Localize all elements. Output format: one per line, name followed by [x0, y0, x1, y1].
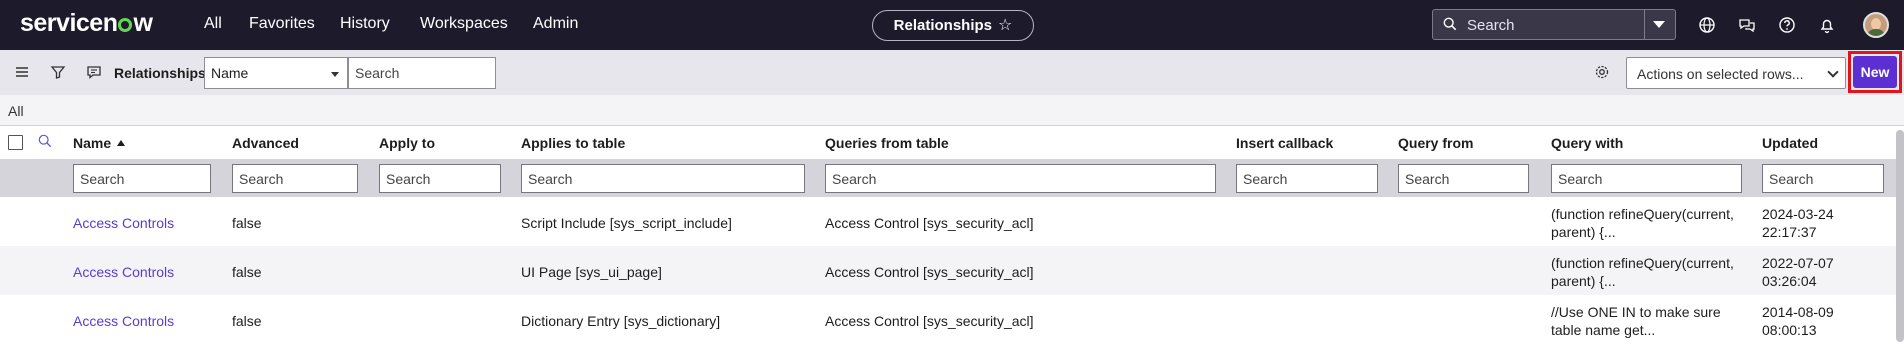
table-row: Access Controls false Dictionary Entry […	[0, 295, 1904, 344]
cell-updated-date: 2014-08-09	[1762, 304, 1834, 320]
cell-query-with-line2: table name get...	[1551, 322, 1656, 338]
cell-name-link[interactable]: Access Controls	[73, 263, 174, 281]
hamburger-menu-icon[interactable]	[14, 64, 30, 80]
logo-text-b: w	[133, 9, 153, 37]
cell-name-link[interactable]: Access Controls	[73, 214, 174, 232]
cell-query-with-line2: parent) {...	[1551, 273, 1616, 289]
list-toolbar: Relationships Name Actions on selected r…	[0, 50, 1904, 95]
gear-icon[interactable]	[1594, 64, 1610, 80]
cell-updated-date: 2022-07-07	[1762, 255, 1834, 271]
nav-all[interactable]: All	[204, 15, 222, 33]
globe-icon[interactable]	[1698, 16, 1716, 34]
sort-ascending-icon	[117, 140, 126, 146]
context-pill-relationships[interactable]: Relationships ☆	[872, 10, 1034, 41]
column-header-query-from[interactable]: Query from	[1398, 135, 1473, 151]
column-header-applies-to-table[interactable]: Applies to table	[521, 135, 625, 151]
actions-on-selected-rows-select[interactable]: Actions on selected rows...	[1626, 57, 1846, 89]
cell-updated-date: 2024-03-24	[1762, 206, 1834, 222]
context-pill-label: Relationships	[893, 17, 992, 34]
comment-icon[interactable]	[86, 64, 102, 80]
column-header-advanced[interactable]: Advanced	[232, 135, 299, 151]
filter-input-apply-to[interactable]	[379, 164, 501, 193]
bell-icon[interactable]	[1818, 16, 1836, 34]
filter-input-query-from[interactable]	[1398, 164, 1529, 193]
help-icon[interactable]	[1778, 16, 1796, 34]
nav-favorites[interactable]: Favorites	[249, 15, 315, 33]
table-row: Access Controls false UI Page [sys_ui_pa…	[0, 246, 1904, 295]
chevron-down-icon	[331, 72, 339, 77]
cell-query-with-line1: //Use ONE IN to make sure	[1551, 304, 1721, 320]
chat-icon[interactable]	[1738, 16, 1756, 34]
search-field-select-value: Name	[211, 65, 249, 81]
cell-queries-from-table: Access Control [sys_security_acl]	[825, 313, 1034, 329]
top-navigation-bar: servicen w All Favorites History Workspac…	[0, 0, 1904, 50]
favorite-star-icon[interactable]: ☆	[998, 17, 1012, 34]
filter-input-insert-callback[interactable]	[1236, 164, 1378, 193]
search-divider	[1644, 10, 1645, 39]
column-filter-row	[0, 159, 1904, 197]
new-button-highlight: New	[1848, 51, 1902, 93]
cell-query-with-line1: (function refineQuery(current,	[1551, 255, 1734, 271]
column-header-insert-callback[interactable]: Insert callback	[1236, 135, 1333, 151]
search-icon	[1443, 17, 1457, 31]
global-search-placeholder: Search	[1467, 17, 1515, 34]
cell-applies-to-table: Script Include [sys_script_include]	[521, 215, 732, 231]
cell-advanced: false	[232, 264, 262, 280]
logo-o-mark	[118, 18, 133, 32]
list-search-input[interactable]	[348, 57, 496, 89]
column-header-updated[interactable]: Updated	[1762, 135, 1818, 151]
nav-admin[interactable]: Admin	[533, 15, 578, 33]
column-search-toggle-icon[interactable]	[38, 134, 52, 148]
table-header-row: Name Advanced Apply to Applies to table …	[0, 125, 1904, 159]
select-all-checkbox[interactable]	[8, 135, 23, 150]
chevron-down-icon	[1827, 66, 1839, 78]
filter-input-applies-to-table[interactable]	[521, 164, 805, 193]
nav-history[interactable]: History	[340, 15, 390, 33]
column-header-name-label: Name	[73, 135, 112, 151]
cell-applies-to-table: UI Page [sys_ui_page]	[521, 264, 662, 280]
column-header-name[interactable]: Name	[73, 135, 126, 151]
nav-workspaces[interactable]: Workspaces	[420, 15, 508, 33]
table-row: Access Controls false Script Include [sy…	[0, 197, 1904, 246]
filter-input-query-with[interactable]	[1551, 164, 1742, 193]
filter-input-name[interactable]	[73, 164, 211, 193]
search-scope-dropdown-icon[interactable]	[1653, 21, 1665, 28]
search-field-select[interactable]: Name	[204, 57, 348, 89]
cell-queries-from-table: Access Control [sys_security_acl]	[825, 264, 1034, 280]
cell-applies-to-table: Dictionary Entry [sys_dictionary]	[521, 313, 721, 329]
avatar-body	[1867, 29, 1885, 36]
filter-icon[interactable]	[50, 64, 66, 80]
column-header-apply-to[interactable]: Apply to	[379, 135, 435, 151]
servicenow-logo[interactable]: servicen w	[20, 9, 153, 38]
cell-query-with-line1: (function refineQuery(current,	[1551, 206, 1734, 222]
column-header-queries-from-table[interactable]: Queries from table	[825, 135, 949, 151]
cell-queries-from-table: Access Control [sys_security_acl]	[825, 215, 1034, 231]
filter-input-queries-from-table[interactable]	[825, 164, 1216, 193]
logo-text-a: servicen	[20, 9, 118, 37]
cell-name-link[interactable]: Access Controls	[73, 312, 174, 330]
cell-advanced: false	[232, 313, 262, 329]
vertical-scrollbar[interactable]	[1896, 130, 1904, 342]
filter-input-advanced[interactable]	[232, 164, 358, 193]
cell-updated-time: 22:17:37	[1762, 224, 1817, 240]
column-header-query-with[interactable]: Query with	[1551, 135, 1623, 151]
breadcrumb-all[interactable]: All	[8, 103, 24, 119]
cell-advanced: false	[232, 215, 262, 231]
cell-query-with-line2: parent) {...	[1551, 224, 1616, 240]
new-button[interactable]: New	[1853, 56, 1897, 88]
global-search[interactable]: Search	[1432, 9, 1676, 40]
filter-input-updated[interactable]	[1762, 164, 1884, 193]
list-title: Relationships	[114, 65, 206, 81]
cell-updated-time: 03:26:04	[1762, 273, 1817, 289]
actions-select-value: Actions on selected rows...	[1637, 66, 1804, 82]
user-avatar[interactable]	[1863, 12, 1889, 38]
breadcrumb-bar: All	[0, 95, 1904, 125]
cell-updated-time: 08:00:13	[1762, 322, 1817, 338]
